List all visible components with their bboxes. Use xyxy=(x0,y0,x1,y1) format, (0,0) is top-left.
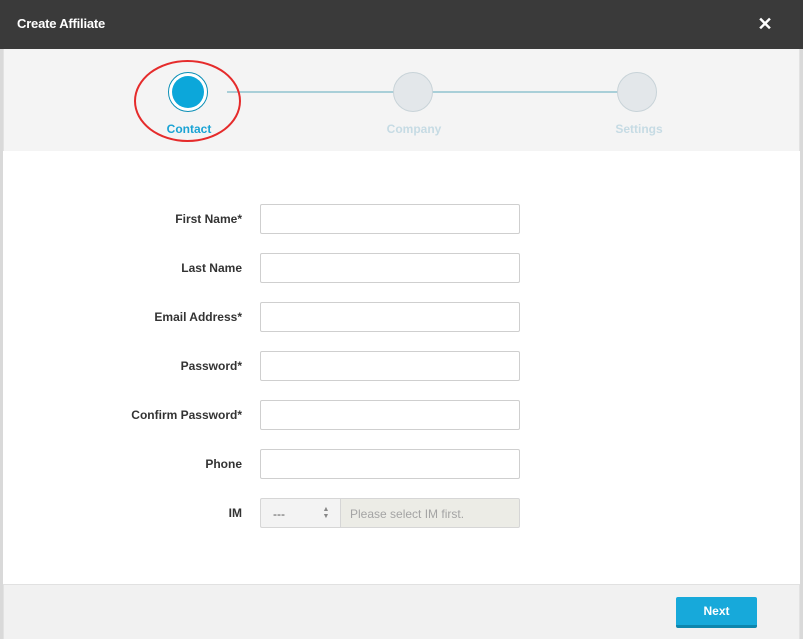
next-button[interactable]: Next xyxy=(676,597,757,628)
password-input[interactable] xyxy=(260,351,520,381)
phone-label: Phone xyxy=(205,457,242,471)
im-handle-field: Please select IM first. xyxy=(340,498,520,528)
form-row-password: Password* xyxy=(0,351,803,381)
last-name-label: Last Name xyxy=(181,261,242,275)
form-row-last-name: Last Name xyxy=(0,253,803,283)
dialog-footer: Next xyxy=(3,584,800,639)
first-name-label: First Name* xyxy=(175,212,242,226)
dialog-header: Create Affiliate ✕ xyxy=(0,0,803,49)
create-affiliate-dialog: Create Affiliate ✕ Contact Company Setti… xyxy=(0,0,803,639)
form-row-confirm-password: Confirm Password* xyxy=(0,400,803,430)
step-settings-indicator[interactable] xyxy=(617,72,657,112)
im-select-value: --- xyxy=(273,507,285,521)
form-row-im: IM --- ▲ ▼ Please select IM first. xyxy=(0,498,803,528)
dialog-title: Create Affiliate xyxy=(17,16,106,31)
first-name-input[interactable] xyxy=(260,204,520,234)
email-input[interactable] xyxy=(260,302,520,332)
form-row-first-name: First Name* xyxy=(0,204,803,234)
step-label-settings: Settings xyxy=(615,122,663,136)
step-connector xyxy=(432,91,622,93)
im-type-select[interactable]: --- ▲ ▼ xyxy=(260,498,341,528)
last-name-input[interactable] xyxy=(260,253,520,283)
step-label-company: Company xyxy=(386,122,442,136)
im-handle-placeholder: Please select IM first. xyxy=(350,507,465,521)
im-label: IM xyxy=(228,506,242,520)
phone-input[interactable] xyxy=(260,449,520,479)
form-row-email: Email Address* xyxy=(0,302,803,332)
form-row-phone: Phone xyxy=(0,449,803,479)
confirm-password-input[interactable] xyxy=(260,400,520,430)
select-arrows-icon: ▲ ▼ xyxy=(322,506,330,520)
email-label: Email Address* xyxy=(154,310,242,324)
step-company-indicator[interactable] xyxy=(393,72,433,112)
step-connector xyxy=(227,91,397,93)
wizard-stepper: Contact Company Settings xyxy=(3,49,800,151)
annotation-highlight-circle xyxy=(134,60,241,142)
close-icon[interactable]: ✕ xyxy=(757,15,773,33)
confirm-password-label: Confirm Password* xyxy=(131,408,242,422)
password-label: Password* xyxy=(180,359,242,373)
